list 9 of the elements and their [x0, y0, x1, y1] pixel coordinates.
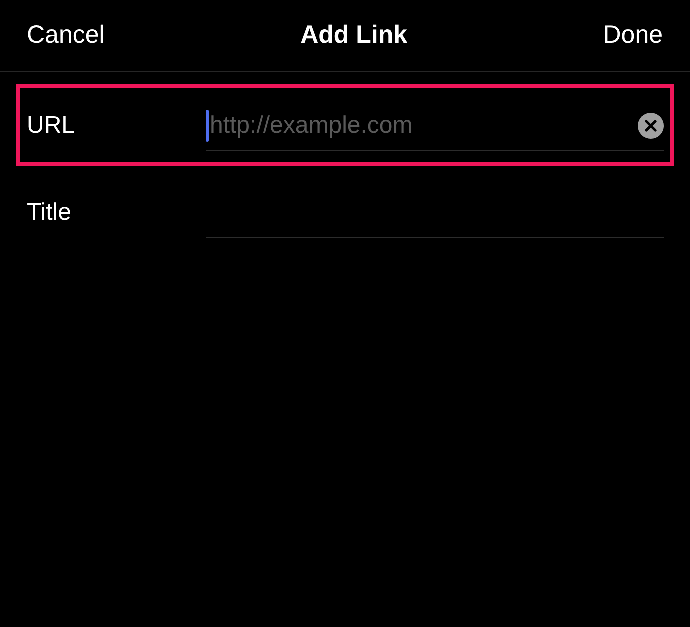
screen-title: Add Link: [300, 20, 408, 51]
cancel-button[interactable]: Cancel: [27, 16, 105, 54]
field-label: URL: [27, 111, 76, 141]
field-input[interactable]: http://example.com: [210, 108, 638, 144]
text-cursor: [206, 110, 209, 142]
done-button[interactable]: Done: [603, 16, 663, 54]
clear-icon[interactable]: [638, 112, 664, 138]
field-label: Title: [27, 198, 72, 228]
text-field[interactable]: http://example.com: [206, 101, 664, 151]
